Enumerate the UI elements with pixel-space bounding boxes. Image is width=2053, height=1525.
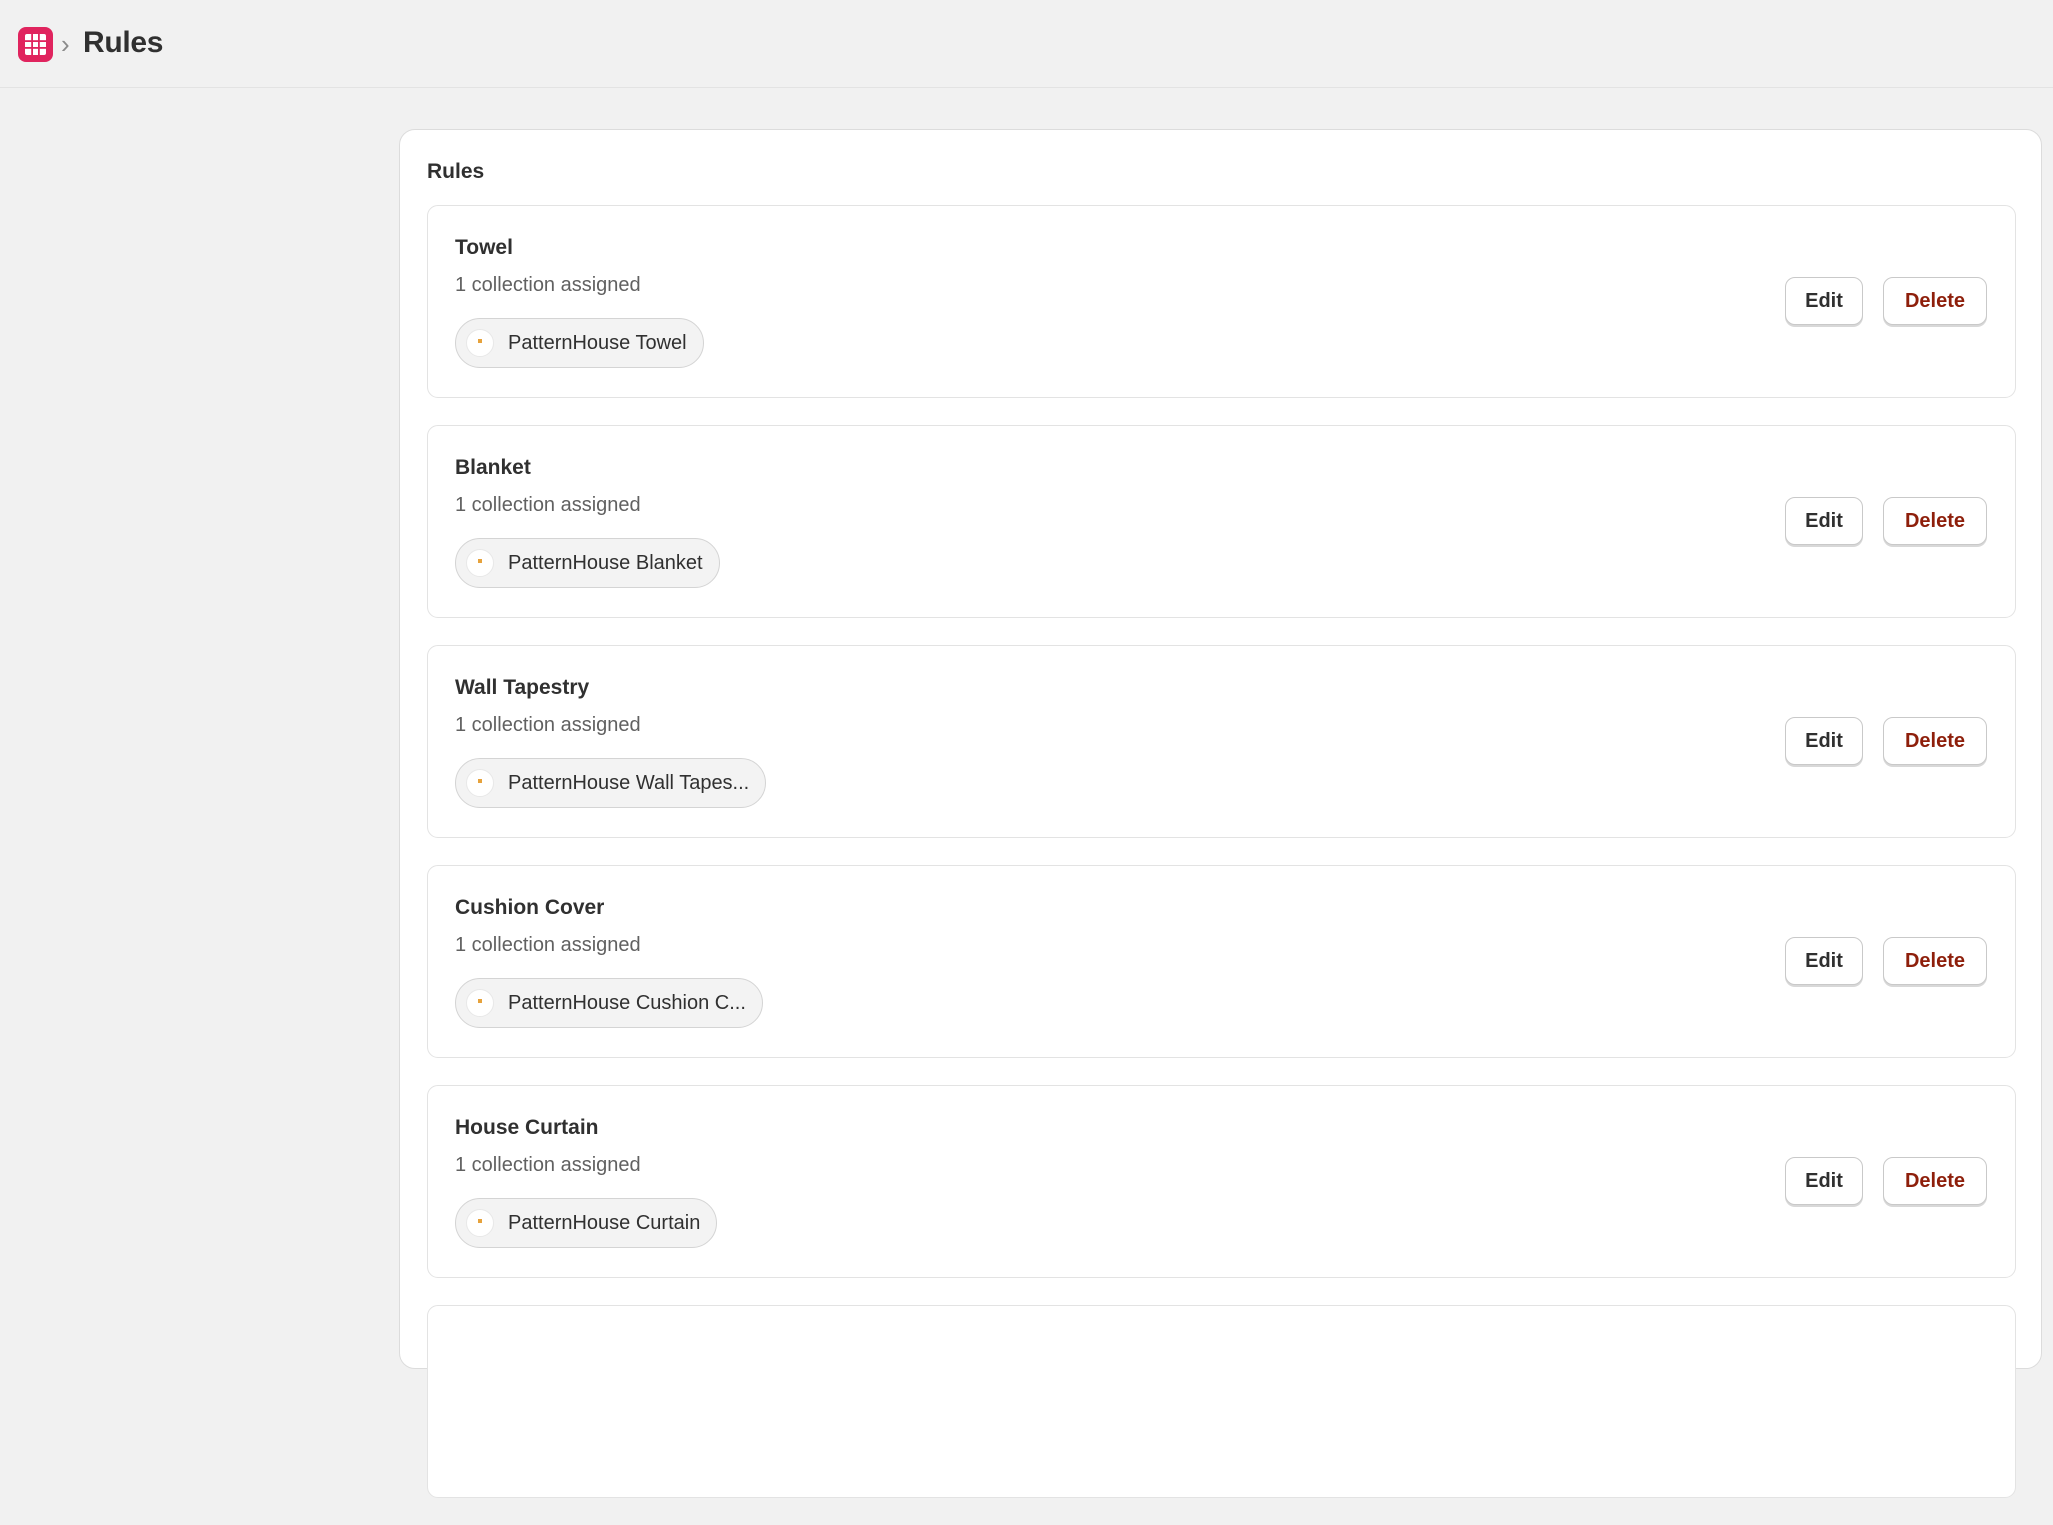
rules-panel: Rules Towel 1 collection assigned Patter… [399, 129, 2042, 1498]
collection-thumbnail-icon [466, 769, 494, 797]
panel-title: Rules [427, 160, 485, 183]
breadcrumb-separator: › [61, 29, 70, 59]
collection-chip-label: PatternHouse Wall Tapes... [508, 771, 750, 794]
rule-name: Blanket [455, 456, 531, 479]
collection-chip[interactable]: PatternHouse Cushion C... [455, 978, 763, 1028]
delete-button[interactable]: Delete [1883, 937, 1987, 985]
edit-button[interactable]: Edit [1785, 497, 1863, 545]
collection-chip[interactable]: PatternHouse Blanket [455, 538, 720, 588]
page-title: Rules [83, 26, 164, 59]
collection-thumbnail-icon [466, 329, 494, 357]
collection-chip[interactable]: PatternHouse Curtain [455, 1198, 718, 1248]
edit-button[interactable]: Edit [1785, 937, 1863, 985]
edit-button[interactable]: Edit [1785, 717, 1863, 765]
rule-collection-count: 1 collection assigned [455, 1154, 641, 1176]
collection-thumbnail-icon [466, 989, 494, 1017]
delete-button[interactable]: Delete [1883, 497, 1987, 545]
top-bar: › Rules [0, 0, 2053, 88]
rule-card: Wall Tapestry 1 collection assigned Patt… [427, 645, 2016, 838]
rule-name: Cushion Cover [455, 896, 605, 919]
collection-chip[interactable]: PatternHouse Towel [455, 318, 704, 368]
rule-card: Blanket 1 collection assigned PatternHou… [427, 425, 2016, 618]
delete-button[interactable]: Delete [1883, 1157, 1987, 1205]
grid-icon[interactable] [18, 27, 53, 62]
rule-collection-count: 1 collection assigned [455, 714, 641, 736]
rule-name: House Curtain [455, 1116, 599, 1139]
rule-name: Towel [455, 236, 513, 259]
rule-collection-count: 1 collection assigned [455, 934, 641, 956]
delete-button[interactable]: Delete [1883, 277, 1987, 325]
rule-card: Towel 1 collection assigned PatternHouse… [427, 205, 2016, 398]
rule-collection-count: 1 collection assigned [455, 494, 641, 516]
rule-card-partial [427, 1305, 2016, 1498]
rule-collection-count: 1 collection assigned [455, 274, 641, 296]
rule-card: Cushion Cover 1 collection assigned Patt… [427, 865, 2016, 1058]
collection-chip-label: PatternHouse Cushion C... [508, 991, 746, 1014]
collection-thumbnail-icon [466, 549, 494, 577]
collection-chip-label: PatternHouse Blanket [508, 551, 703, 574]
collection-chip[interactable]: PatternHouse Wall Tapes... [455, 758, 767, 808]
rule-list: Towel 1 collection assigned PatternHouse… [427, 205, 2016, 1525]
delete-button[interactable]: Delete [1883, 717, 1987, 765]
collection-chip-label: PatternHouse Towel [508, 331, 687, 354]
collection-thumbnail-icon [466, 1209, 494, 1237]
rule-card: House Curtain 1 collection assigned Patt… [427, 1085, 2016, 1278]
collection-chip-label: PatternHouse Curtain [508, 1211, 701, 1234]
edit-button[interactable]: Edit [1785, 1157, 1863, 1205]
rule-name: Wall Tapestry [455, 676, 590, 699]
edit-button[interactable]: Edit [1785, 277, 1863, 325]
